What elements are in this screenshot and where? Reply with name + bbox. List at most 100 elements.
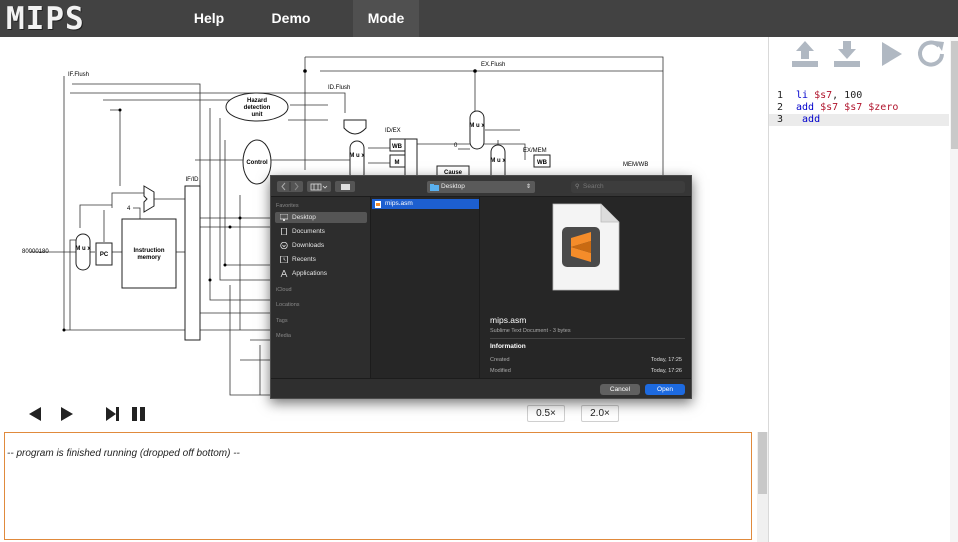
const-four: 4 <box>127 206 131 212</box>
preview-file-kind: Sublime Text Document - 3 bytes <box>490 328 571 334</box>
info-header: Information <box>490 343 526 350</box>
editor-scroll-thumb[interactable] <box>951 41 958 149</box>
sidebar-item-applications[interactable]: Applications <box>275 268 367 279</box>
file-list: mips.asm <box>372 197 480 378</box>
speed-double-button[interactable]: 2.0× <box>581 405 619 422</box>
ex-mux-label: M u x <box>469 123 485 129</box>
created-value: Today, 17:25 <box>650 357 682 363</box>
file-preview: mips.asm Sublime Text Document - 3 bytes… <box>481 197 691 378</box>
mem-wb-label: MEM/WB <box>623 162 648 168</box>
editor-panel: 1 li $s7, 100 2 add $s7 $s7 $zero 3 add <box>768 37 958 542</box>
sidebar-item-downloads[interactable]: Downloads <box>275 240 367 251</box>
console-scroll-thumb[interactable] <box>758 432 767 494</box>
cancel-button[interactable]: Cancel <box>600 384 640 395</box>
hazard-label-2: detection <box>244 105 271 111</box>
chevron-updown-icon: ⇕ <box>525 184 531 190</box>
play-icon[interactable] <box>875 39 907 69</box>
created-label: Created <box>490 357 510 363</box>
sidebar-section-media: Media <box>276 333 291 339</box>
file-open-dialog: Desktop ⇕ ⚲ Search Favorites Desktop Doc… <box>270 175 692 399</box>
pause-icon[interactable] <box>130 406 148 422</box>
step-back-icon[interactable] <box>26 406 44 422</box>
app-root: MIPS Help Demo Mode Hazard detection uni… <box>0 0 958 542</box>
downloads-icon <box>280 242 288 249</box>
dialog-search-field[interactable]: ⚲ Search <box>571 181 685 193</box>
opcode: li <box>796 90 809 101</box>
exception-address: 80000180 <box>22 249 49 255</box>
instr-mem-label-2: memory <box>137 255 161 261</box>
operand: $s7 <box>814 90 833 101</box>
desktop-icon <box>280 214 288 221</box>
sidebar-item-label: Documents <box>292 228 325 235</box>
file-icon <box>375 201 381 208</box>
dialog-sidebar: Favorites Desktop Documents Downloads Re… <box>271 197 371 378</box>
sidebar-item-desktop[interactable]: Desktop <box>275 212 367 223</box>
sidebar-section-icloud: iCloud <box>276 287 292 293</box>
sidebar-section-locations: Locations <box>276 302 300 308</box>
id-ex-m: M <box>395 160 400 166</box>
operand: $s7 $s7 $zero <box>820 102 899 113</box>
console-output[interactable]: -- program is finished running (dropped … <box>4 432 752 540</box>
id-flush-label: ID.Flush <box>328 85 350 91</box>
top-nav-bar: MIPS Help Demo Mode <box>0 0 958 37</box>
applications-icon <box>280 270 288 277</box>
nav-help[interactable]: Help <box>182 0 236 37</box>
open-button[interactable]: Open <box>645 384 685 395</box>
console-text: -- program is finished running (dropped … <box>7 448 240 459</box>
code-editor[interactable]: 1 li $s7, 100 2 add $s7 $s7 $zero 3 add <box>769 87 949 542</box>
hazard-label-3: unit <box>252 112 263 118</box>
id-ex-wb: WB <box>392 144 403 150</box>
control-label: Control <box>246 160 268 166</box>
id-ex-label: ID/EX <box>385 128 401 134</box>
code-line: 2 add $s7 $s7 $zero <box>769 102 949 114</box>
speed-half-button[interactable]: 0.5× <box>527 405 565 422</box>
back-forward-buttons[interactable] <box>277 181 303 192</box>
file-item-selected[interactable]: mips.asm <box>372 199 479 209</box>
instr-mem-label-1: Instruction <box>134 248 165 254</box>
modified-label: Modified <box>490 368 511 374</box>
sidebar-item-label: Desktop <box>292 214 316 221</box>
upload-icon[interactable] <box>789 39 821 69</box>
dialog-footer: Cancel Open <box>271 378 691 398</box>
location-dropdown[interactable]: Desktop ⇕ <box>427 181 535 193</box>
document-icon <box>281 228 287 235</box>
new-folder-button[interactable] <box>335 181 355 192</box>
sidebar-item-documents[interactable]: Documents <box>275 226 367 237</box>
dialog-toolbar: Desktop ⇕ ⚲ Search <box>271 176 691 197</box>
search-placeholder: Search <box>583 183 604 190</box>
run-to-end-icon[interactable] <box>104 406 122 422</box>
location-label: Desktop <box>441 183 465 190</box>
sidebar-item-label: Applications <box>292 270 328 277</box>
refresh-icon[interactable] <box>915 39 947 69</box>
if-id-label: IF/ID <box>186 177 200 183</box>
modified-value: Today, 17:26 <box>650 368 682 374</box>
chevron-left-icon <box>281 182 299 191</box>
ex-flush-label: EX.Flush <box>481 62 505 68</box>
sidebar-section-favorites: Favorites <box>276 203 299 209</box>
sidebar-item-label: Recents <box>292 256 316 263</box>
opcode: add <box>796 102 815 113</box>
nav-mode[interactable]: Mode <box>353 0 419 37</box>
search-icon: ⚲ <box>575 184 580 190</box>
folder-icon <box>430 184 439 191</box>
download-icon[interactable] <box>831 39 863 69</box>
preview-divider <box>490 338 685 339</box>
columns-icon <box>310 183 328 191</box>
line-number: 1 <box>777 90 784 101</box>
step-forward-icon[interactable] <box>58 406 76 422</box>
clock-icon <box>280 256 288 263</box>
ex-mux2-label: M u x <box>490 158 506 164</box>
pc-mux-label: M u x <box>75 246 91 252</box>
sidebar-item-label: Downloads <box>292 242 325 249</box>
code-line: 1 li $s7, 100 <box>769 90 949 102</box>
preview-file-name: mips.asm <box>490 315 527 325</box>
id-mux-label: M u x <box>349 153 365 159</box>
editor-scrollbar[interactable] <box>950 37 958 542</box>
view-mode-button[interactable] <box>307 181 331 192</box>
console-scrollbar[interactable] <box>757 432 768 542</box>
opcode: add <box>802 114 821 125</box>
nav-demo[interactable]: Demo <box>261 0 321 37</box>
sidebar-item-recents[interactable]: Recents <box>275 254 367 265</box>
ex-mem-label: EX/MEM <box>523 148 547 154</box>
pc-label: PC <box>100 252 109 258</box>
